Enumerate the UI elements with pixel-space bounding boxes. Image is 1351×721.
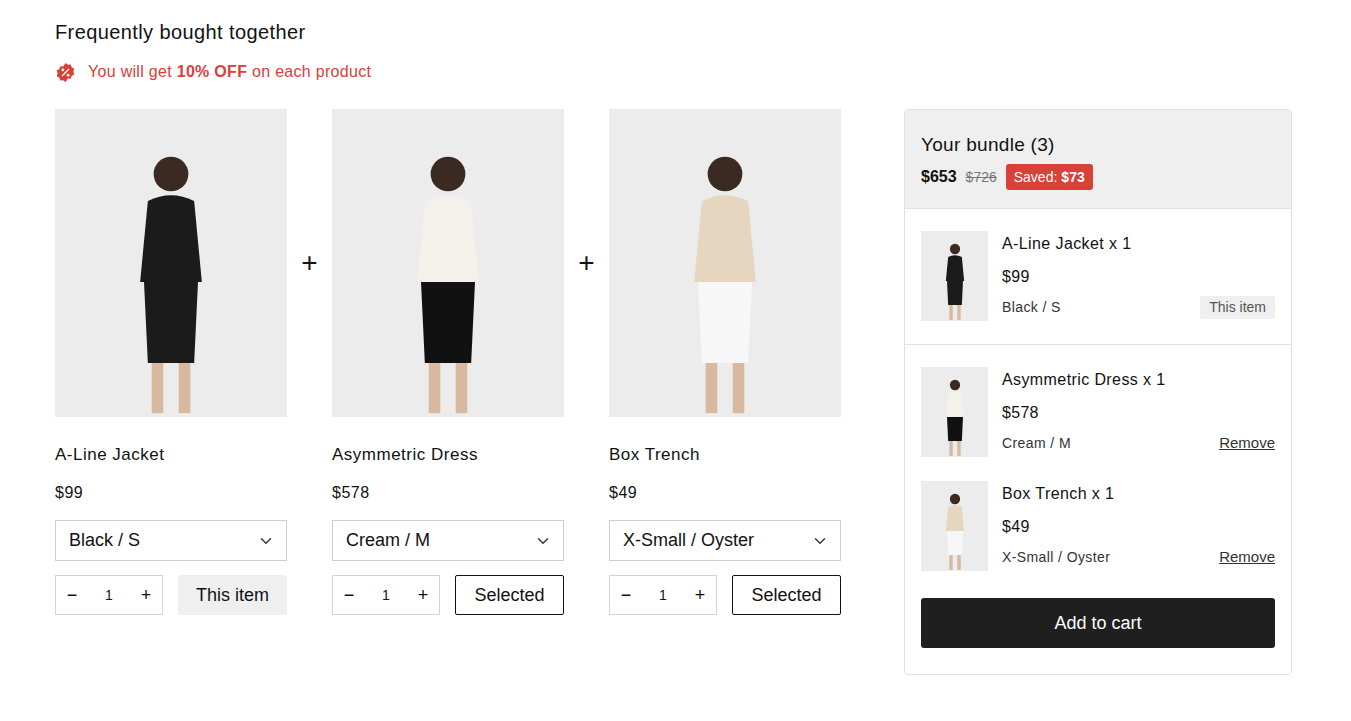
photo-figure-icon xyxy=(937,241,973,321)
section-title: Frequently bought together xyxy=(55,18,1351,46)
quantity-stepper: −+ xyxy=(332,575,440,615)
discount-prefix: You will get xyxy=(88,63,177,80)
discount-line: You will get 10% OFF on each product xyxy=(55,60,1351,84)
bundle-item-info: Box Trench x 1 $49 X-Small / Oyster Remove xyxy=(1002,481,1275,571)
remove-button[interactable]: Remove xyxy=(1219,546,1275,569)
product-card: A-Line Jacket$99Black / S−+This item xyxy=(55,109,287,615)
saved-amount: $73 xyxy=(1061,169,1084,185)
increase-button[interactable]: + xyxy=(684,578,716,612)
bundle-prices: $653 $726 Saved:$73 xyxy=(921,164,1275,190)
product-name[interactable]: A-Line Jacket xyxy=(55,443,287,467)
bundle-item-variant: Cream / M xyxy=(1002,433,1071,454)
quantity-input[interactable] xyxy=(365,585,407,606)
this-item-button[interactable]: This item xyxy=(178,575,287,615)
photo-figure-icon xyxy=(111,147,231,417)
bundle-item-name: A-Line Jacket x 1 xyxy=(1002,233,1275,255)
product-name[interactable]: Asymmetric Dress xyxy=(332,443,564,467)
discount-badge-icon xyxy=(55,62,76,83)
product-price: $578 xyxy=(332,481,564,505)
bundle-item-variant: Black / S xyxy=(1002,297,1061,318)
bundle-item: Asymmetric Dress x 1 $578 Cream / M Remove xyxy=(905,345,1291,457)
decrease-button[interactable]: − xyxy=(56,578,88,612)
bundle-item-footer: Black / S This item xyxy=(1002,296,1275,319)
variant-select[interactable]: X-Small / Oyster xyxy=(609,520,841,561)
bundle-item-name: Asymmetric Dress x 1 xyxy=(1002,369,1275,391)
decrease-button[interactable]: − xyxy=(333,578,365,612)
page: Frequently bought together You will get 1… xyxy=(0,0,1351,695)
bundle-item-info: Asymmetric Dress x 1 $578 Cream / M Remove xyxy=(1002,367,1275,457)
bundle-item-image xyxy=(921,481,988,571)
selected-button[interactable]: Selected xyxy=(732,575,841,615)
quantity-row: −+This item xyxy=(55,575,287,615)
increase-button[interactable]: + xyxy=(130,578,162,612)
photo-figure-icon xyxy=(665,147,785,417)
product-price: $99 xyxy=(55,481,287,505)
variant-select[interactable]: Cream / M xyxy=(332,520,564,561)
bundle-item-price: $49 xyxy=(1002,516,1275,538)
variant-select[interactable]: Black / S xyxy=(55,520,287,561)
quantity-input[interactable] xyxy=(88,585,130,606)
photo-figure-icon xyxy=(937,491,973,571)
quantity-stepper: −+ xyxy=(609,575,717,615)
bundle-item-footer: Cream / M Remove xyxy=(1002,432,1275,455)
discount-suffix: on each product xyxy=(247,63,371,80)
saved-badge: Saved:$73 xyxy=(1006,164,1093,190)
photo-figure-icon xyxy=(937,377,973,457)
quantity-row: −+Selected xyxy=(609,575,841,615)
product-price: $49 xyxy=(609,481,841,505)
quantity-row: −+Selected xyxy=(332,575,564,615)
bundle-original-price: $726 xyxy=(966,167,997,188)
photo-figure-icon xyxy=(388,147,508,417)
product-card: Box Trench$49X-Small / Oyster−+Selected xyxy=(609,109,841,615)
add-to-cart-button[interactable]: Add to cart xyxy=(921,598,1275,648)
product-card: Asymmetric Dress$578Cream / M−+Selected xyxy=(332,109,564,615)
bundle-header: Your bundle (3) $653 $726 Saved:$73 xyxy=(905,110,1291,209)
plus-separator: + xyxy=(564,109,609,279)
selected-button[interactable]: Selected xyxy=(455,575,564,615)
product-image[interactable] xyxy=(332,109,564,417)
bundle-panel: Your bundle (3) $653 $726 Saved:$73 A-Line J… xyxy=(904,109,1292,675)
bundle-item-image xyxy=(921,367,988,457)
bundle-item-price: $99 xyxy=(1002,266,1275,288)
saved-label: Saved: xyxy=(1014,169,1058,185)
product-name[interactable]: Box Trench xyxy=(609,443,841,467)
discount-amount: 10% OFF xyxy=(177,63,248,80)
bundle-item-variant: X-Small / Oyster xyxy=(1002,547,1110,568)
product-image[interactable] xyxy=(55,109,287,417)
bundle-item-name: Box Trench x 1 xyxy=(1002,483,1275,505)
discount-text: You will get 10% OFF on each product xyxy=(88,60,371,84)
bundle-title: Your bundle (3) xyxy=(921,132,1275,158)
increase-button[interactable]: + xyxy=(407,578,439,612)
plus-separator: + xyxy=(287,109,332,279)
bundle-item-footer: X-Small / Oyster Remove xyxy=(1002,546,1275,569)
bundle-item-price: $578 xyxy=(1002,402,1275,424)
this-item-tag: This item xyxy=(1200,296,1275,319)
main-area: A-Line Jacket$99Black / S−+This item+Asy… xyxy=(55,109,1351,675)
bundle-price: $653 xyxy=(921,165,957,189)
quantity-stepper: −+ xyxy=(55,575,163,615)
bundle-item: A-Line Jacket x 1 $99 Black / S This item xyxy=(905,209,1291,345)
decrease-button[interactable]: − xyxy=(610,578,642,612)
product-image[interactable] xyxy=(609,109,841,417)
bundle-item-image xyxy=(921,231,988,321)
quantity-input[interactable] xyxy=(642,585,684,606)
remove-button[interactable]: Remove xyxy=(1219,432,1275,455)
bundle-item-info: A-Line Jacket x 1 $99 Black / S This item xyxy=(1002,231,1275,321)
bundle-item: Box Trench x 1 $49 X-Small / Oyster Remove xyxy=(905,457,1291,571)
